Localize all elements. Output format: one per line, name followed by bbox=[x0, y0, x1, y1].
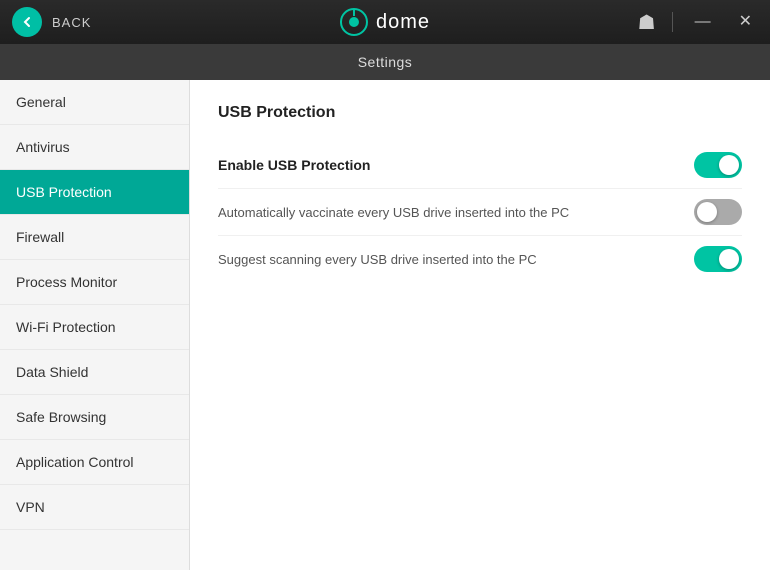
back-button[interactable] bbox=[12, 7, 42, 37]
section-title: USB Protection bbox=[218, 104, 742, 122]
setting-label-suggest-scan: Suggest scanning every USB drive inserte… bbox=[218, 252, 537, 267]
setting-label-enable-usb-protection: Enable USB Protection bbox=[218, 157, 370, 173]
sidebar-item-process-monitor[interactable]: Process Monitor bbox=[0, 260, 189, 305]
title-bar: BACK dome ☗ — ✕ bbox=[0, 0, 770, 44]
sidebar-item-wifi-protection[interactable]: Wi-Fi Protection bbox=[0, 305, 189, 350]
logo-area: dome bbox=[340, 8, 430, 36]
toggle-suggest-scan[interactable] bbox=[694, 246, 742, 272]
sidebar-item-usb-protection[interactable]: USB Protection bbox=[0, 170, 189, 215]
toggle-thumb-auto-vaccinate bbox=[697, 202, 717, 222]
divider bbox=[672, 12, 673, 32]
minimize-button[interactable]: — bbox=[689, 10, 717, 34]
setting-row-auto-vaccinate: Automatically vaccinate every USB drive … bbox=[218, 189, 742, 236]
sidebar-item-vpn[interactable]: VPN bbox=[0, 485, 189, 530]
logo-icon bbox=[340, 8, 368, 36]
toggle-track-auto-vaccinate[interactable] bbox=[694, 199, 742, 225]
sidebar-item-general[interactable]: General bbox=[0, 80, 189, 125]
sidebar-item-antivirus[interactable]: Antivirus bbox=[0, 125, 189, 170]
settings-bar: Settings bbox=[0, 44, 770, 80]
setting-row-suggest-scan: Suggest scanning every USB drive inserte… bbox=[218, 236, 742, 282]
sidebar-item-safe-browsing[interactable]: Safe Browsing bbox=[0, 395, 189, 440]
sidebar: GeneralAntivirusUSB ProtectionFirewallPr… bbox=[0, 80, 190, 570]
setting-row-enable-usb-protection: Enable USB Protection bbox=[218, 142, 742, 189]
toggle-auto-vaccinate[interactable] bbox=[694, 199, 742, 225]
sidebar-item-firewall[interactable]: Firewall bbox=[0, 215, 189, 260]
close-button[interactable]: ✕ bbox=[733, 10, 758, 34]
main-layout: GeneralAntivirusUSB ProtectionFirewallPr… bbox=[0, 80, 770, 570]
toggle-enable-usb-protection[interactable] bbox=[694, 152, 742, 178]
back-label: BACK bbox=[52, 15, 91, 30]
user-icon[interactable]: ☗ bbox=[638, 10, 656, 35]
toggle-thumb-suggest-scan bbox=[719, 249, 739, 269]
toggle-track-enable-usb-protection[interactable] bbox=[694, 152, 742, 178]
sidebar-item-data-shield[interactable]: Data Shield bbox=[0, 350, 189, 395]
sidebar-item-application-control[interactable]: Application Control bbox=[0, 440, 189, 485]
logo-text: dome bbox=[376, 11, 430, 34]
settings-label: Settings bbox=[358, 54, 413, 70]
settings-list: Enable USB Protection Automatically vacci… bbox=[218, 142, 742, 282]
title-bar-controls: ☗ — ✕ bbox=[638, 10, 758, 35]
toggle-track-suggest-scan[interactable] bbox=[694, 246, 742, 272]
setting-label-auto-vaccinate: Automatically vaccinate every USB drive … bbox=[218, 205, 569, 220]
title-bar-left: BACK bbox=[12, 7, 91, 37]
toggle-thumb-enable-usb-protection bbox=[719, 155, 739, 175]
content-area: USB Protection Enable USB Protection Auto… bbox=[190, 80, 770, 570]
